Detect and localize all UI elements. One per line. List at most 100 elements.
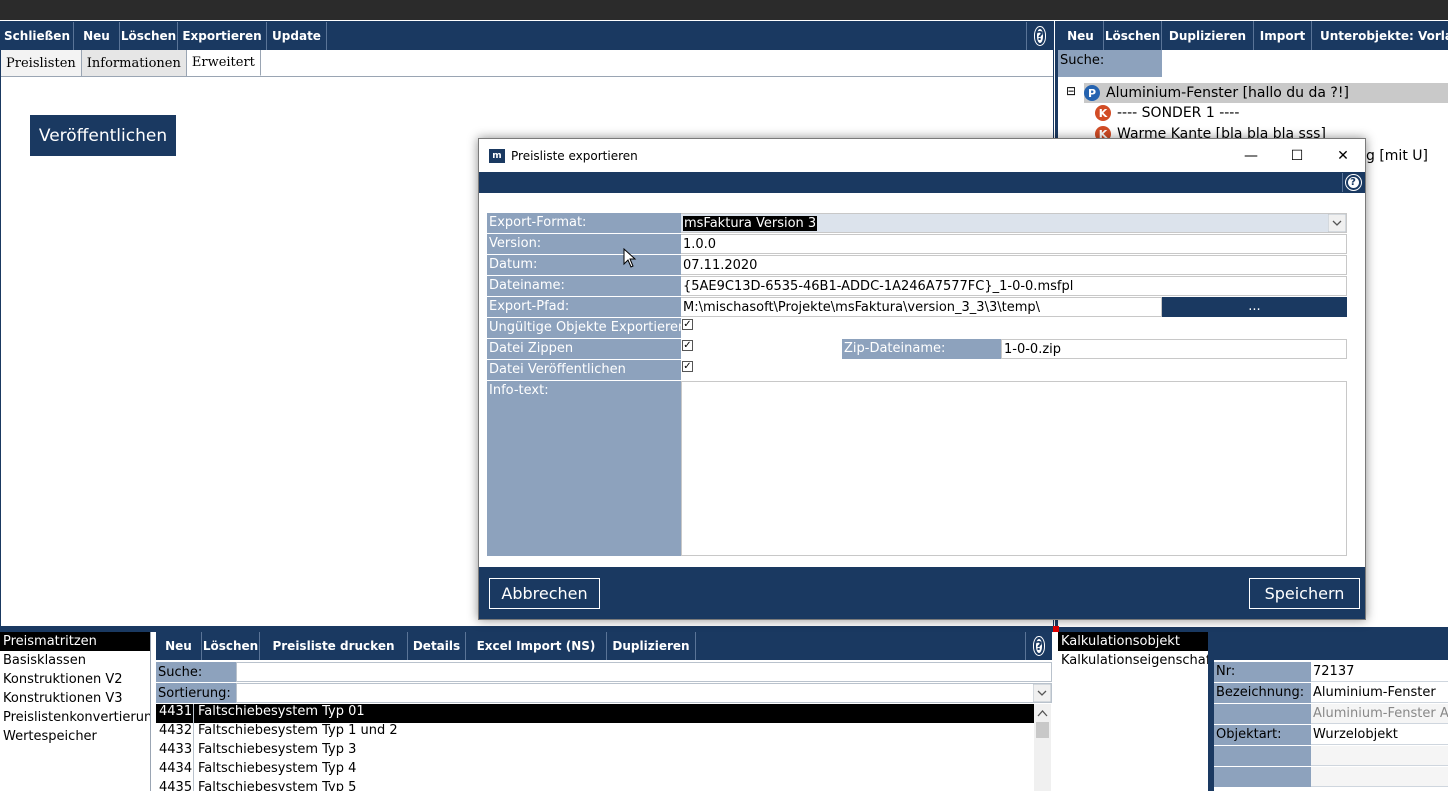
pricelist-delete-button[interactable]: Löschen bbox=[202, 632, 260, 660]
right-delete-button[interactable]: Löschen bbox=[1104, 21, 1162, 50]
pricelist-duplicate-button[interactable]: Duplizieren bbox=[607, 632, 696, 660]
filename-field[interactable]: {5AE9C13D-6535-46B1-ADDC-1A246A7577FC}_1… bbox=[681, 276, 1347, 296]
table-row[interactable]: 4432 Faltschiebesystem Typ 1 und 2 bbox=[156, 723, 1034, 742]
print-pricelist-button[interactable]: Preisliste drucken bbox=[260, 632, 408, 660]
dialog-titlebar: m Preisliste exportieren — ☐ ✕ bbox=[479, 139, 1365, 172]
scroll-arrows-icon bbox=[1036, 710, 1049, 738]
tab-erweitert[interactable]: Erweitert bbox=[186, 50, 261, 76]
info-text-area[interactable] bbox=[681, 381, 1347, 556]
sort-select[interactable] bbox=[236, 683, 1052, 703]
right-search-input[interactable] bbox=[1162, 50, 1448, 77]
k-badge-icon: K bbox=[1095, 105, 1111, 121]
filename-label: Dateiname: bbox=[487, 276, 681, 296]
pricelist-new-button[interactable]: Neu bbox=[156, 632, 202, 660]
chevron-down-icon bbox=[1328, 214, 1346, 232]
minimize-button[interactable]: — bbox=[1228, 139, 1274, 172]
list-item[interactable]: Konstruktionen V3 bbox=[0, 689, 150, 708]
tab-preislisten[interactable]: Preislisten bbox=[1, 50, 82, 76]
maximize-button[interactable]: ☐ bbox=[1274, 139, 1320, 172]
save-button[interactable]: Speichern bbox=[1249, 578, 1360, 609]
list-item[interactable]: Preismatritzen bbox=[0, 632, 150, 651]
pricelist-search-label: Suche: bbox=[156, 662, 236, 682]
calc-nr-label: Nr: bbox=[1214, 662, 1311, 682]
tree-node-sonder[interactable]: K ---- SONDER 1 ---- bbox=[1095, 105, 1239, 121]
calc-bezeichnung-value[interactable]: Aluminium-Fenster bbox=[1311, 683, 1448, 703]
p-badge-icon: P bbox=[1084, 85, 1100, 101]
list-item[interactable]: Kalkulationsobjekt bbox=[1058, 632, 1208, 651]
tree-node-label: Aluminium-Fenster [hallo du da ?!] bbox=[1106, 85, 1349, 101]
duplicate-button[interactable]: Duplizieren bbox=[1162, 21, 1254, 50]
calc-field-value[interactable] bbox=[1311, 767, 1448, 787]
calc-objektart-label: Objektart: bbox=[1214, 725, 1311, 745]
update-button[interactable]: Update bbox=[267, 22, 327, 50]
list-item[interactable]: Preislistenkonvertierung bbox=[0, 708, 150, 727]
table-row[interactable]: 4434 Faltschiebesystem Typ 4 bbox=[156, 761, 1034, 780]
list-item[interactable]: Konstruktionen V2 bbox=[0, 670, 150, 689]
main-toolbar: Schließen Neu Löschen Exportieren Update… bbox=[1, 22, 1053, 50]
details-button[interactable]: Details bbox=[408, 632, 466, 660]
close-window-button[interactable]: ✕ bbox=[1320, 139, 1366, 172]
delete-button[interactable]: Löschen bbox=[120, 22, 178, 50]
calc-field-label bbox=[1214, 767, 1311, 787]
format-label: Export-Format: bbox=[487, 213, 681, 233]
publish-file-label: Datei Veröffentlichen bbox=[487, 360, 681, 380]
right-search-label: Suche: bbox=[1058, 50, 1162, 77]
export-button[interactable]: Exportieren bbox=[178, 22, 267, 50]
dialog-help-button[interactable]: ? bbox=[1342, 173, 1363, 192]
pricelist-help-button[interactable]: ? bbox=[1025, 632, 1052, 660]
list-item[interactable]: Wertespeicher bbox=[0, 727, 150, 746]
calc-field-value[interactable] bbox=[1311, 746, 1448, 766]
info-text-label: Info-text: bbox=[487, 381, 681, 556]
tab-informationen[interactable]: Informationen bbox=[81, 50, 187, 76]
title-strip bbox=[0, 0, 1448, 20]
tree-node-partial[interactable]: g [mit U] bbox=[1366, 148, 1428, 164]
table-row[interactable]: 4431 Faltschiebesystem Typ 01 bbox=[156, 704, 1034, 723]
collapse-icon[interactable]: ⊟ bbox=[1066, 84, 1076, 98]
calc-list: Kalkulationsobjekt Kalkulationseigenscha… bbox=[1058, 632, 1208, 791]
version-field[interactable]: 1.0.0 bbox=[681, 234, 1347, 254]
pricelist-search-input[interactable] bbox=[236, 662, 1052, 682]
format-select[interactable]: msFaktura Version 3 bbox=[681, 213, 1347, 233]
calc-objektart-value[interactable]: Wurzelobjekt bbox=[1311, 725, 1448, 745]
date-label: Datum: bbox=[487, 255, 681, 275]
cancel-button[interactable]: Abbrechen bbox=[489, 578, 600, 609]
close-icon: ✕ bbox=[1337, 147, 1349, 164]
table-row[interactable]: 4435 Faltschiebesystem Typ 5 bbox=[156, 780, 1034, 791]
zipname-field[interactable]: 1-0-0.zip bbox=[1001, 339, 1347, 359]
minimize-icon: — bbox=[1244, 147, 1258, 164]
table-row[interactable]: 4433 Faltschiebesystem Typ 3 bbox=[156, 742, 1034, 761]
format-value: msFaktura Version 3 bbox=[683, 216, 818, 231]
right-new-button[interactable]: Neu bbox=[1058, 21, 1104, 50]
subobjects-template-button[interactable]: Unterobjekte: Vorlage ä bbox=[1312, 21, 1448, 50]
mouse-cursor-icon bbox=[623, 248, 637, 268]
new-button[interactable]: Neu bbox=[74, 22, 120, 50]
path-field[interactable]: M:\mischasoft\Projekte\msFaktura\version… bbox=[681, 297, 1162, 317]
calc-nr-value[interactable]: 72137 bbox=[1311, 662, 1448, 682]
object-tree: ⊟ P Aluminium-Fenster [hallo du da ?!] K… bbox=[1058, 78, 1448, 142]
table-scrollbar[interactable] bbox=[1034, 704, 1051, 791]
publish-button[interactable]: Veröffentlichen bbox=[30, 115, 176, 156]
close-button[interactable]: Schließen bbox=[1, 22, 74, 50]
version-label: Version: bbox=[487, 234, 681, 254]
import-button[interactable]: Import bbox=[1254, 21, 1312, 50]
invalid-objects-checkbox[interactable]: ✓ bbox=[682, 319, 693, 330]
publish-file-checkbox[interactable]: ✓ bbox=[682, 361, 693, 372]
zip-checkbox[interactable]: ✓ bbox=[682, 340, 693, 351]
excel-import-button[interactable]: Excel Import (NS) bbox=[466, 632, 607, 660]
right-toolbar: Neu Löschen Duplizieren Import Unterobje… bbox=[1058, 21, 1448, 50]
list-item[interactable]: Kalkulationseigenschaften bbox=[1058, 651, 1208, 670]
export-dialog: m Preisliste exportieren — ☐ ✕ ? Export-… bbox=[478, 138, 1366, 620]
list-item[interactable]: Basisklassen bbox=[0, 651, 150, 670]
maximize-icon: ☐ bbox=[1290, 147, 1304, 164]
dialog-footer: Abbrechen Speichern bbox=[479, 567, 1365, 619]
module-list: Preismatritzen Basisklassen Konstruktion… bbox=[0, 632, 151, 791]
help-button[interactable]: ? bbox=[1026, 22, 1053, 50]
dialog-toolbar: ? bbox=[479, 172, 1365, 193]
date-field[interactable]: 07.11.2020 bbox=[681, 255, 1347, 275]
help-icon: ? bbox=[1345, 175, 1361, 190]
tree-node-root[interactable]: P Aluminium-Fenster [hallo du da ?!] bbox=[1084, 83, 1448, 103]
help-icon: ? bbox=[1034, 27, 1046, 45]
dialog-title: Preisliste exportieren bbox=[511, 148, 638, 163]
browse-button[interactable]: ... bbox=[1162, 297, 1347, 317]
calc-alt-value[interactable]: Aluminium-Fenster Al bbox=[1311, 704, 1448, 724]
